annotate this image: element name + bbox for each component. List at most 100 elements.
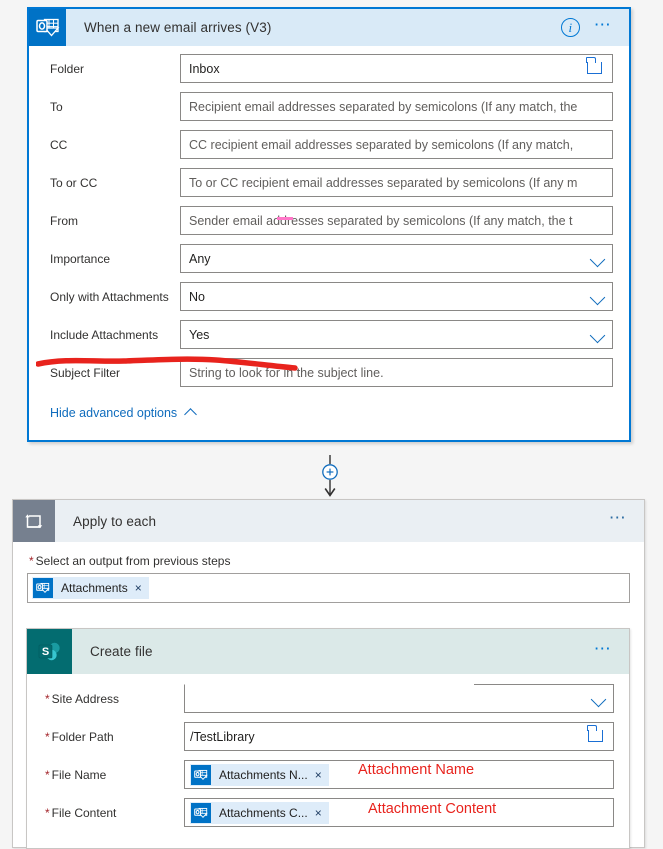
outlook-icon	[29, 9, 66, 46]
required-marker: *	[45, 729, 50, 744]
ellipsis-icon[interactable]: ⋯	[594, 16, 613, 35]
to-placeholder: Recipient email addresses separated by s…	[189, 99, 578, 114]
field-row-importance: Importance Any	[45, 244, 613, 273]
field-label-cc: CC	[50, 137, 68, 152]
field-label-folder-path: * Folder Path	[42, 730, 184, 744]
outlook-icon	[191, 802, 211, 823]
folder-picker-icon[interactable]	[587, 725, 603, 742]
svg-text:S: S	[41, 646, 48, 658]
field-label-folder: Folder	[50, 61, 85, 76]
required-marker: *	[29, 554, 34, 568]
pink-highlight-mark	[277, 217, 293, 220]
token-attachments-content[interactable]: Attachments C... ×	[190, 801, 329, 824]
apply-to-each-header[interactable]: Apply to each ⋯	[13, 500, 644, 542]
only-with-attachments-value: No	[189, 289, 205, 304]
cc-input[interactable]: CC recipient email addresses separated b…	[180, 130, 613, 159]
info-icon[interactable]: i	[560, 18, 580, 37]
outlook-icon	[191, 764, 211, 785]
chevron-down-icon[interactable]	[589, 251, 606, 268]
trigger-header-actions: i ⋯	[560, 16, 629, 37]
field-row-folder: Folder Inbox	[45, 54, 613, 83]
to-or-cc-placeholder: To or CC recipient email addresses separ…	[189, 175, 578, 190]
field-label-to: To	[50, 99, 63, 114]
chevron-down-icon[interactable]	[590, 691, 607, 708]
site-address-dropdown[interactable]	[184, 684, 614, 713]
importance-dropdown[interactable]: Any	[180, 244, 613, 273]
apply-to-each-header-actions: ⋯	[609, 509, 644, 528]
required-marker: *	[45, 767, 50, 782]
file-name-input[interactable]: Attachments N... ×	[184, 760, 614, 789]
include-attachments-dropdown[interactable]: Yes	[180, 320, 613, 349]
field-row-to: To Recipient email addresses separated b…	[45, 92, 613, 121]
field-label-site-address: * Site Address	[42, 692, 184, 706]
close-icon[interactable]: ×	[315, 807, 322, 819]
create-file-header[interactable]: S Create file ⋯	[27, 629, 629, 674]
ellipsis-icon[interactable]: ⋯	[609, 509, 628, 528]
sharepoint-icon: S	[27, 629, 72, 674]
field-row-include-attachments: Include Attachments Yes	[45, 320, 613, 349]
to-input[interactable]: Recipient email addresses separated by s…	[180, 92, 613, 121]
field-label-to-or-cc: To or CC	[50, 175, 98, 190]
chevron-down-icon[interactable]	[589, 289, 606, 306]
chevron-up-icon	[184, 408, 198, 421]
file-content-input[interactable]: Attachments C... ×	[184, 798, 614, 827]
close-icon[interactable]: ×	[315, 769, 322, 781]
subject-filter-input[interactable]: String to look for in the subject line.	[180, 358, 613, 387]
loop-icon	[13, 500, 55, 542]
select-output-input[interactable]: Attachments ×	[27, 573, 630, 603]
importance-value: Any	[189, 251, 211, 266]
folder-input[interactable]: Inbox	[180, 54, 613, 83]
field-row-file-content: * File Content Attachments C... ×	[42, 798, 614, 827]
field-row-site-address: * Site Address	[42, 684, 614, 713]
field-row-only-with-attachments: Only with Attachments No	[45, 282, 613, 311]
field-label-subject-filter: Subject Filter	[50, 365, 121, 380]
folder-value: Inbox	[189, 61, 220, 76]
apply-to-each-body: * Select an output from previous steps At…	[13, 542, 644, 603]
ellipsis-icon[interactable]: ⋯	[594, 640, 613, 659]
close-icon[interactable]: ×	[135, 582, 142, 594]
subject-filter-placeholder: String to look for in the subject line.	[189, 365, 384, 380]
trigger-card-outlook[interactable]: When a new email arrives (V3) i ⋯ Folder…	[27, 7, 631, 442]
field-label-from: From	[50, 213, 78, 228]
field-label-file-content: * File Content	[42, 806, 184, 820]
field-label-site-address-text: Site Address	[51, 691, 120, 706]
field-label-include-attachments: Include Attachments	[50, 327, 159, 342]
field-row-file-name: * File Name Attachments N... ×	[42, 760, 614, 789]
trigger-fields: Folder Inbox To Recipient email addresse…	[29, 46, 629, 440]
folder-path-value: /TestLibrary	[190, 729, 255, 744]
folder-path-input[interactable]: /TestLibrary	[184, 722, 614, 751]
hide-advanced-options-link[interactable]: Hide advanced options	[45, 396, 198, 434]
field-label-only-with-attachments: Only with Attachments	[50, 289, 169, 304]
create-file-title: Create file	[90, 644, 153, 659]
required-marker: *	[45, 691, 50, 706]
field-row-from: From Sender email addresses separated by…	[45, 206, 613, 235]
token-label: Attachments N...	[219, 767, 308, 782]
to-or-cc-input[interactable]: To or CC recipient email addresses separ…	[180, 168, 613, 197]
field-label-file-content-text: File Content	[51, 805, 117, 820]
field-row-folder-path: * Folder Path /TestLibrary	[42, 722, 614, 751]
trigger-card-header[interactable]: When a new email arrives (V3) i ⋯	[29, 9, 629, 46]
field-label-file-name-text: File Name	[51, 767, 107, 782]
outlook-icon	[33, 578, 53, 598]
select-output-label: * Select an output from previous steps	[27, 554, 630, 568]
field-row-cc: CC CC recipient email addresses separate…	[45, 130, 613, 159]
field-label-importance: Importance	[50, 251, 111, 266]
folder-picker-icon[interactable]	[586, 57, 602, 74]
token-label: Attachments C...	[219, 805, 308, 820]
select-output-label-text: Select an output from previous steps	[35, 554, 231, 568]
apply-to-each-title: Apply to each	[73, 513, 157, 529]
from-placeholder: Sender email addresses separated by semi…	[189, 213, 573, 228]
chevron-down-icon[interactable]	[589, 327, 606, 344]
token-attachments-name[interactable]: Attachments N... ×	[190, 763, 329, 786]
create-file-fields: * Site Address * Folder Path /TestLibrary …	[27, 674, 629, 848]
only-with-attachments-dropdown[interactable]: No	[180, 282, 613, 311]
field-row-subject-filter: Subject Filter String to look for in the…	[45, 358, 613, 387]
token-attachments[interactable]: Attachments ×	[32, 577, 149, 599]
field-label-folder-path-text: Folder Path	[51, 729, 114, 744]
hide-advanced-options-label: Hide advanced options	[50, 406, 178, 420]
create-file-card[interactable]: S Create file ⋯ * Site Address * Folder Pa…	[26, 628, 630, 849]
token-label: Attachments	[61, 581, 128, 595]
required-marker: *	[45, 805, 50, 820]
from-input[interactable]: Sender email addresses separated by semi…	[180, 206, 613, 235]
field-label-file-name: * File Name	[42, 768, 184, 782]
